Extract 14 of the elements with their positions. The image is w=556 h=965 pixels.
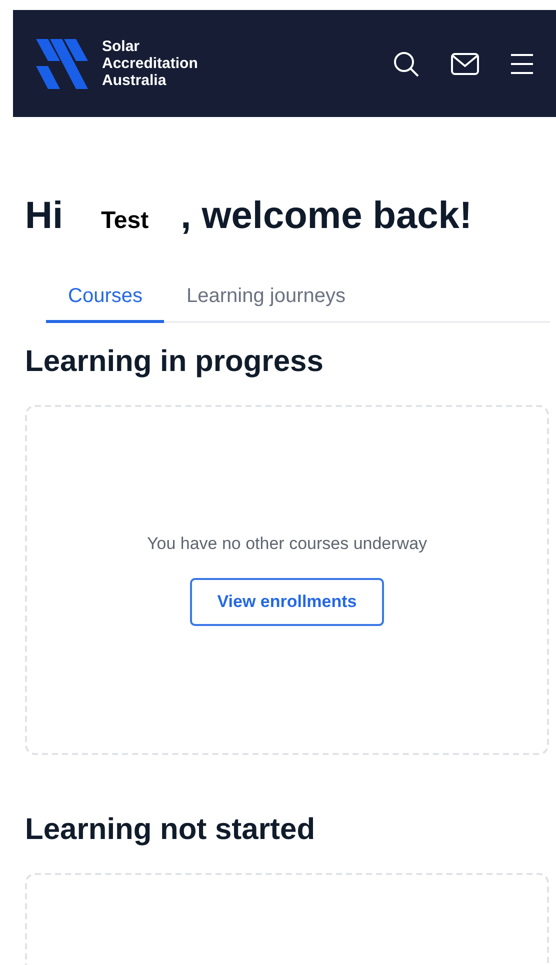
- greeting-text: Hi: [25, 195, 63, 238]
- view-enrollments-button[interactable]: View enrollments: [190, 578, 384, 626]
- menu-icon[interactable]: [510, 52, 534, 76]
- section-title: Learning not started: [25, 813, 316, 847]
- logo-icon: [36, 38, 88, 88]
- tab[interactable]: Courses: [46, 285, 164, 323]
- user-name: Test: [101, 207, 149, 235]
- welcome-text: , welcome back!: [180, 195, 472, 238]
- search-icon[interactable]: [392, 50, 420, 78]
- section-title: Learning in progress: [25, 345, 324, 379]
- tab[interactable]: Learning journeys: [164, 285, 368, 323]
- mail-icon[interactable]: [451, 52, 479, 76]
- brand-name: Solar Accreditation Australia: [102, 38, 198, 89]
- empty-message: You have no other courses underway: [146, 534, 428, 554]
